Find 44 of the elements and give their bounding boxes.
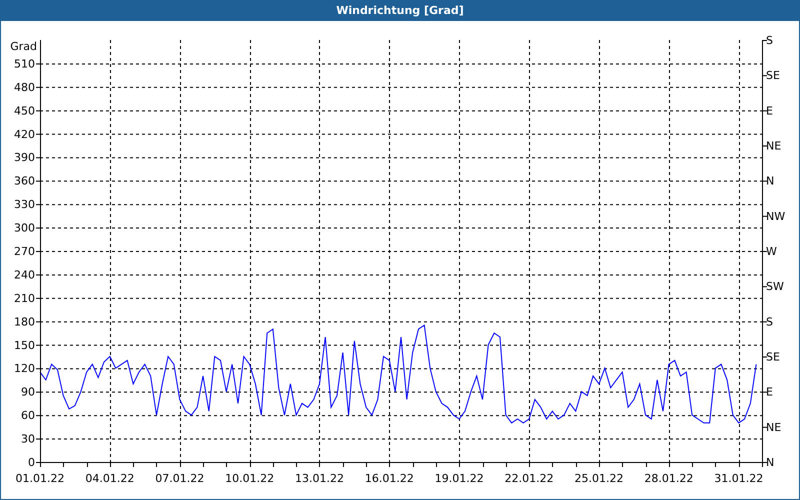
compass-tick-label: S [766, 315, 773, 328]
compass-tick-label: NE [766, 420, 782, 434]
x-tick-label: 10.01.22 [225, 472, 274, 485]
y-tick-label: 240 [14, 268, 35, 282]
y-tick-label: 210 [14, 292, 35, 305]
x-tick-label: 16.01.22 [364, 472, 414, 485]
x-tick-label: 28.01.22 [644, 472, 694, 485]
x-tick-label: 19.01.22 [434, 472, 484, 485]
x-tick-label: 01.01.22 [16, 472, 64, 485]
compass-tick-label: S [766, 34, 773, 47]
y-tick-label: 420 [14, 128, 35, 141]
y-tick-label: 270 [14, 245, 35, 258]
y-tick-label: 390 [14, 151, 35, 164]
compass-tick-label: NW [766, 210, 786, 223]
y-tick-label: 510 [14, 57, 35, 70]
window-title: Windrichtung [Grad] [0, 0, 800, 21]
compass-tick-label: E [766, 386, 773, 399]
compass-tick-label: SW [766, 280, 784, 294]
y-tick-label: 150 [14, 338, 35, 352]
y-axis-title: Grad [10, 40, 37, 53]
y-tick-label: 60 [21, 409, 35, 422]
y-tick-label: 360 [14, 174, 35, 188]
y-tick-label: 0 [28, 456, 35, 469]
compass-tick-label: E [766, 104, 773, 118]
x-tick-label: 25.01.22 [574, 472, 624, 485]
y-tick-label: 120 [14, 362, 35, 376]
compass-tick-label: SE [766, 350, 780, 364]
x-tick-label: 04.01.22 [85, 472, 134, 485]
x-tick-label: 31.01.22 [714, 472, 764, 485]
x-tick-label: 07.01.22 [155, 472, 204, 485]
y-tick-label: 300 [14, 222, 35, 235]
compass-tick-label: NE [766, 140, 782, 152]
y-tick-label: 330 [14, 198, 35, 212]
compass-tick-label: N [766, 456, 774, 469]
y-tick-label: 180 [14, 315, 35, 328]
y-tick-label: 450 [14, 104, 35, 118]
compass-tick-label: SE [766, 69, 780, 82]
compass-tick-label: W [766, 245, 777, 258]
x-tick-label: 13.01.22 [295, 472, 344, 485]
y-tick-label: 480 [14, 80, 35, 94]
x-tick-label: 22.01.22 [504, 472, 554, 485]
compass-tick-label: N [766, 174, 774, 188]
y-tick-label: 90 [21, 386, 35, 399]
y-tick-label: 30 [21, 432, 35, 446]
